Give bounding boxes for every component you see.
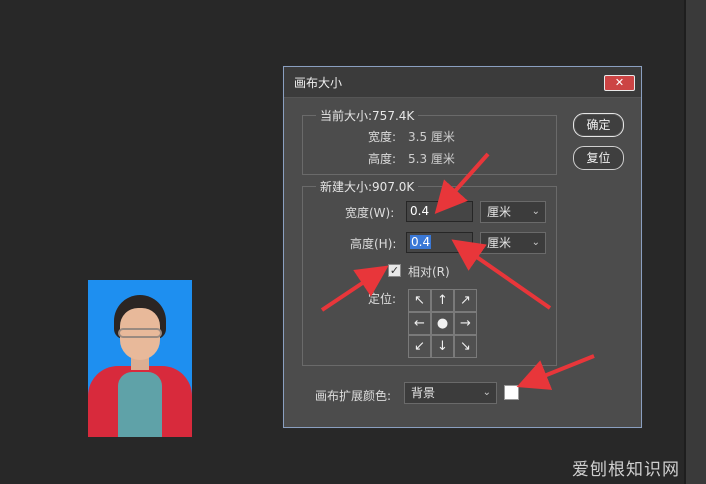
- annotation-arrows: [320, 152, 595, 390]
- arrow-to-height: [451, 239, 552, 310]
- arrow-to-relative: [320, 265, 389, 312]
- arrow-to-width: [434, 152, 490, 214]
- arrow-to-swatch: [516, 354, 595, 390]
- watermark: 爱刨根知识网: [572, 460, 680, 480]
